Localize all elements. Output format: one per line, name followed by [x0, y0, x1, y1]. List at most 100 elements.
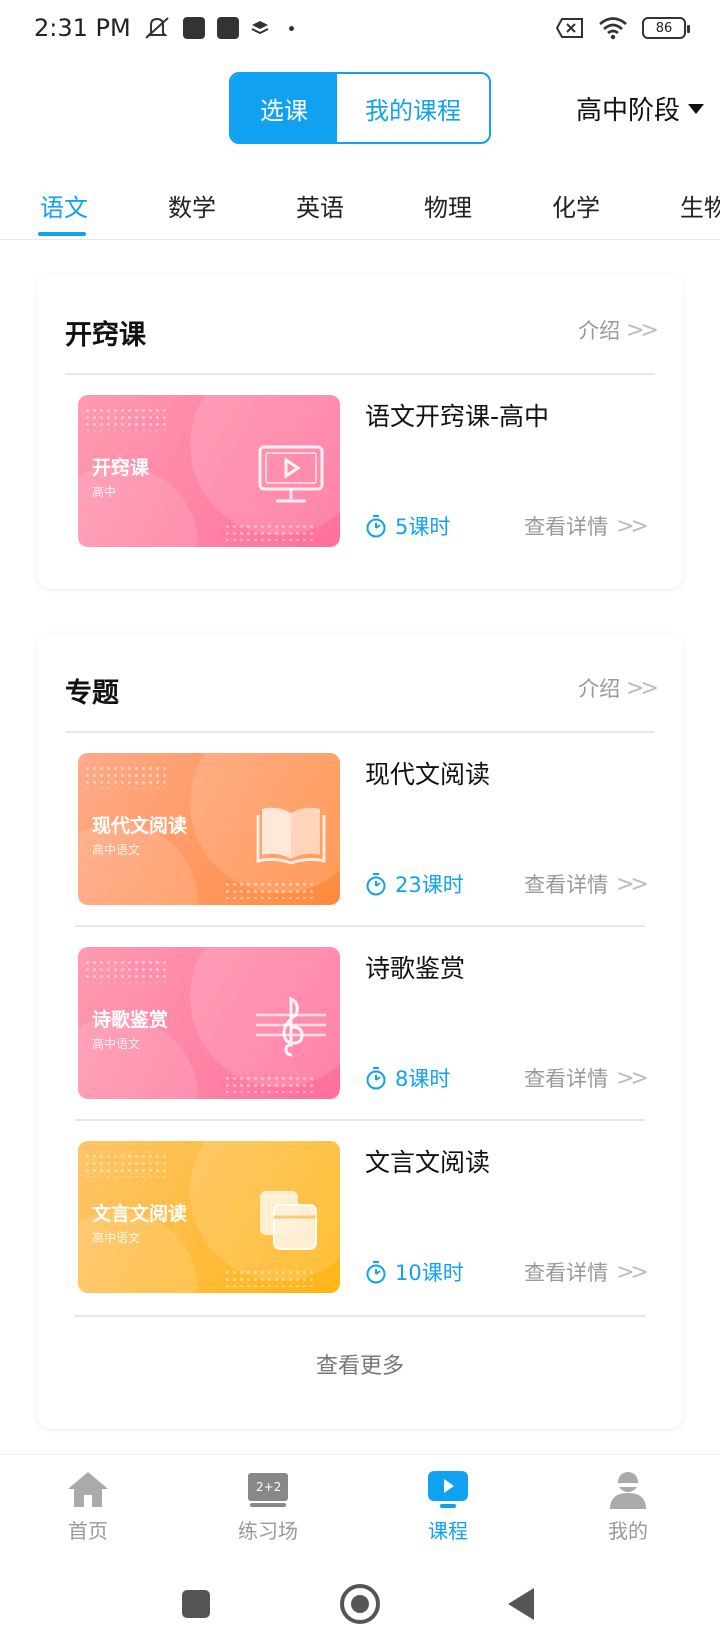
- course-thumbnail[interactable]: 开窍课 高中: [78, 395, 340, 547]
- tab-my-courses[interactable]: 我的课程: [337, 74, 489, 142]
- battery-icon: 86: [642, 17, 690, 39]
- course-name[interactable]: 现代文阅读: [365, 755, 490, 791]
- double-chevron-right-icon: >>: [616, 1065, 649, 1091]
- tab-english[interactable]: 英语: [296, 188, 344, 223]
- course-thumbnail[interactable]: 现代文阅读 高中语文: [78, 753, 340, 905]
- play-screen-icon: [258, 445, 324, 503]
- double-chevron-right-icon: >>: [626, 675, 659, 701]
- nav-label: 首页: [68, 1519, 108, 1543]
- section-header: 开窍课 介绍 >>: [65, 275, 659, 375]
- stopwatch-icon: [366, 1261, 386, 1284]
- section-intro-link[interactable]: 介绍 >>: [578, 673, 659, 703]
- view-details-link[interactable]: 查看详情 >>: [524, 869, 649, 899]
- stage-dropdown[interactable]: 高中阶段: [576, 90, 704, 127]
- nav-label: 练习场: [238, 1519, 298, 1543]
- profile-icon: [610, 1472, 646, 1509]
- thumbnail-subtitle: 高中语文: [92, 1037, 141, 1051]
- nav-practice[interactable]: 2+2 练习场: [208, 1469, 328, 1544]
- intro-label: 介绍: [578, 319, 621, 343]
- tab-select-course[interactable]: 选课: [231, 74, 337, 142]
- subject-tabs: 语文 数学 英语 物理 化学 生物: [0, 170, 720, 240]
- status-left: 2:31 PM: [34, 14, 294, 42]
- course-mode-segmented-control: 选课 我的课程: [229, 72, 491, 144]
- layers-icon: [251, 21, 269, 35]
- nav-home[interactable]: 首页: [28, 1469, 148, 1544]
- svg-text:2+2: 2+2: [256, 1480, 281, 1494]
- course-item[interactable]: 文言文阅读 高中语文 文言文阅读 10课时 查看详情 >>: [75, 1121, 649, 1315]
- view-details-link[interactable]: 查看详情 >>: [524, 511, 649, 541]
- course-play-icon: [428, 1471, 468, 1508]
- section-title: 开窍课: [65, 320, 146, 351]
- thumbnail-title: 诗歌鉴赏: [92, 1009, 169, 1031]
- sim-off-icon: [556, 18, 583, 38]
- double-chevron-right-icon: >>: [616, 1259, 649, 1285]
- tab-physics[interactable]: 物理: [424, 188, 472, 223]
- nav-label: 课程: [428, 1519, 468, 1543]
- stopwatch-icon: [366, 1067, 386, 1090]
- course-hours: 5课时: [365, 511, 450, 541]
- wifi-icon: [599, 17, 627, 40]
- view-more-button[interactable]: 查看更多: [75, 1315, 645, 1411]
- home-icon: [68, 1472, 108, 1507]
- section-header: 专题 介绍 >>: [65, 633, 659, 733]
- open-book-icon: [256, 807, 326, 865]
- course-hours: 23课时: [365, 869, 464, 899]
- view-details-link[interactable]: 查看详情 >>: [524, 1257, 649, 1287]
- double-chevron-right-icon: >>: [616, 513, 649, 539]
- course-item[interactable]: 现代文阅读 高中语文 现代文阅读 23课时 查看详情 >>: [75, 733, 649, 927]
- stage-value: 高中阶段: [575, 96, 680, 126]
- course-hours: 10课时: [365, 1257, 464, 1287]
- tab-biology[interactable]: 生物: [680, 188, 720, 223]
- thumbnail-subtitle: 高中: [92, 485, 117, 499]
- status-time: 2:31 PM: [34, 14, 131, 42]
- course-thumbnail[interactable]: 文言文阅读 高中语文: [78, 1141, 340, 1293]
- treble-clef-icon: [256, 996, 326, 1057]
- back-button[interactable]: [508, 1588, 534, 1620]
- course-thumbnail[interactable]: 诗歌鉴赏 高中语文: [78, 947, 340, 1099]
- nav-courses[interactable]: 课程: [388, 1469, 508, 1544]
- bottom-nav: 首页 2+2 练习场 课程 我的: [0, 1454, 720, 1564]
- nav-profile[interactable]: 我的: [568, 1469, 688, 1544]
- notification-icon: [216, 17, 239, 39]
- tab-chinese[interactable]: 语文: [40, 188, 88, 223]
- hours-label: 5课时: [395, 515, 451, 539]
- home-button[interactable]: [340, 1584, 380, 1624]
- details-label: 查看详情: [524, 515, 609, 539]
- tab-math[interactable]: 数学: [168, 188, 216, 223]
- active-tab-indicator: [38, 232, 86, 236]
- status-bar: 2:31 PM 86: [0, 0, 720, 56]
- blackboard-icon: 2+2: [248, 1473, 288, 1507]
- double-chevron-right-icon: >>: [626, 317, 659, 343]
- course-item[interactable]: 诗歌鉴赏 高中语文 诗歌鉴赏 8课时 查看详情 >>: [75, 927, 649, 1121]
- nav-label: 我的: [608, 1519, 648, 1543]
- hours-label: 8课时: [395, 1067, 451, 1091]
- recents-button[interactable]: [182, 1590, 210, 1618]
- hours-label: 23课时: [395, 873, 464, 897]
- course-name[interactable]: 文言文阅读: [365, 1143, 490, 1179]
- battery-level: 86: [655, 20, 673, 36]
- section-intro-link[interactable]: 介绍 >>: [578, 315, 659, 345]
- caret-down-icon: [688, 103, 704, 114]
- course-hours: 8课时: [365, 1063, 450, 1093]
- double-chevron-right-icon: >>: [616, 871, 649, 897]
- stopwatch-icon: [366, 873, 386, 896]
- view-details-link[interactable]: 查看详情 >>: [524, 1063, 649, 1093]
- stopwatch-icon: [366, 515, 386, 538]
- section-card-topics: 专题 介绍 >> 现代文阅读 高中语文 现代文阅读 23课时 查看详情 >> 诗…: [37, 633, 683, 1429]
- thumbnail-subtitle: 高中语文: [92, 1231, 141, 1245]
- thumbnail-title: 开窍课: [92, 457, 150, 479]
- course-item[interactable]: 开窍课 高中 语文开窍课-高中 5课时 查看详情 >>: [75, 375, 649, 569]
- section-card-kaiqiao: 开窍课 介绍 >> 开窍课 高中 语文开窍课-高中 5课时 查看详情 >>: [37, 275, 683, 589]
- thumbnail-title: 文言文阅读: [92, 1203, 188, 1225]
- details-label: 查看详情: [524, 1261, 609, 1285]
- status-right: 86: [556, 16, 690, 40]
- thumbnail-subtitle: 高中语文: [92, 843, 141, 857]
- section-title: 专题: [65, 678, 119, 709]
- course-name[interactable]: 语文开窍课-高中: [365, 397, 549, 433]
- scroll-books-icon: [260, 1191, 317, 1250]
- hours-label: 10课时: [395, 1261, 464, 1285]
- thumbnail-title: 现代文阅读: [92, 815, 188, 837]
- details-label: 查看详情: [524, 873, 609, 897]
- course-name[interactable]: 诗歌鉴赏: [365, 949, 465, 985]
- tab-chemistry[interactable]: 化学: [552, 188, 600, 223]
